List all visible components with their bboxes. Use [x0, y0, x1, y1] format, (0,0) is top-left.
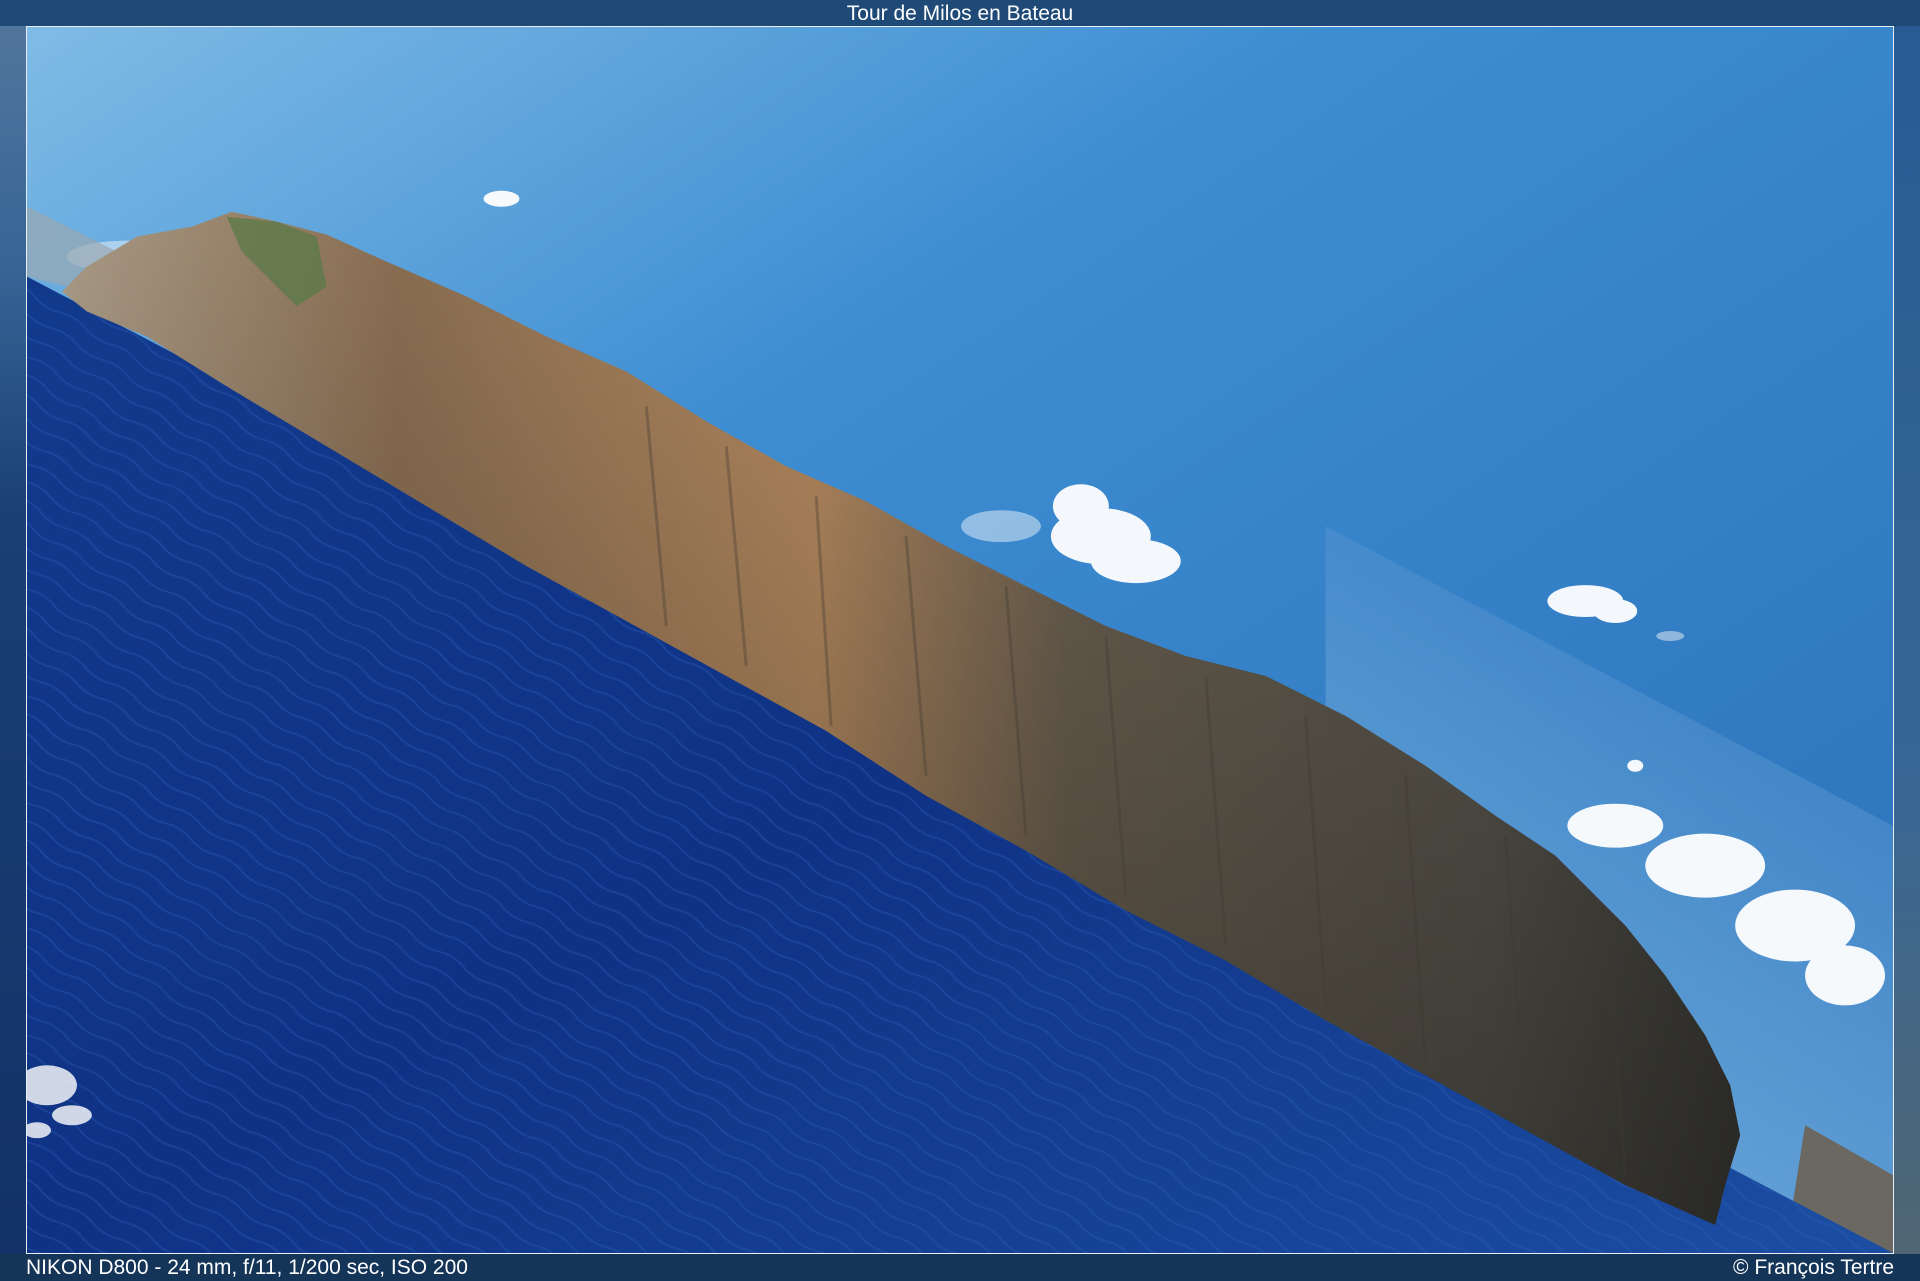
- copyright-notice: © François Tertre: [1733, 1256, 1894, 1279]
- photo-title: Tour de Milos en Bateau: [846, 2, 1074, 25]
- photo-viewer: Tour de Milos en Bateau NIKON D800 - 24 …: [0, 0, 1920, 1281]
- exif-info: NIKON D800 - 24 mm, f/11, 1/200 sec, ISO…: [26, 1256, 468, 1279]
- left-preview-strip[interactable]: [0, 26, 26, 1254]
- photo-footer: NIKON D800 - 24 mm, f/11, 1/200 sec, ISO…: [26, 1254, 1894, 1281]
- photo-illustration: [27, 27, 1893, 1253]
- main-photo[interactable]: [26, 26, 1894, 1254]
- right-preview-strip[interactable]: [1894, 26, 1920, 1254]
